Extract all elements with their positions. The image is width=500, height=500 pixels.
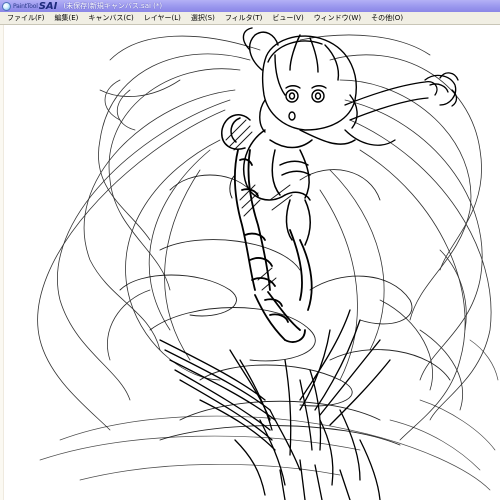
menu-canvas[interactable]: キャンバス(C) — [85, 12, 136, 24]
menu-filter[interactable]: フィルタ(T) — [222, 12, 266, 24]
menu-view[interactable]: ビュー(V) — [269, 12, 306, 24]
menu-edit[interactable]: 編集(E) — [52, 12, 82, 24]
sketch-artwork — [37, 27, 499, 500]
hair-strokes-left — [37, 35, 261, 431]
menu-bar: ファイル(F) 編集(E) キャンバス(C) レイヤー(L) 選択(S) フィル… — [0, 12, 500, 25]
arm-sketch — [344, 72, 459, 146]
drawing-canvas[interactable] — [0, 25, 500, 500]
menu-others[interactable]: その他(O) — [368, 12, 406, 24]
sai-logo-icon — [2, 1, 11, 11]
title-bar[interactable]: PaintTool SAI (未保存)新規キャンバス.sai (*) — [0, 0, 500, 12]
menu-file[interactable]: ファイル(F) — [4, 12, 48, 24]
logo-small-text: PaintTool — [13, 2, 38, 10]
app-logo: PaintTool SAI — [2, 0, 57, 12]
menu-select[interactable]: 選択(S) — [188, 12, 218, 24]
logo-big-text: SAI — [38, 0, 58, 12]
swirl-strokes — [119, 169, 451, 446]
hair-strokes-right — [299, 34, 492, 441]
window-title: (未保存)新規キャンバス.sai (*) — [63, 2, 163, 10]
canvas-left-edge — [0, 25, 4, 500]
menu-window[interactable]: ウィンドウ(W) — [311, 12, 364, 24]
menu-layer[interactable]: レイヤー(L) — [141, 12, 184, 24]
splash-strokes — [159, 309, 391, 500]
